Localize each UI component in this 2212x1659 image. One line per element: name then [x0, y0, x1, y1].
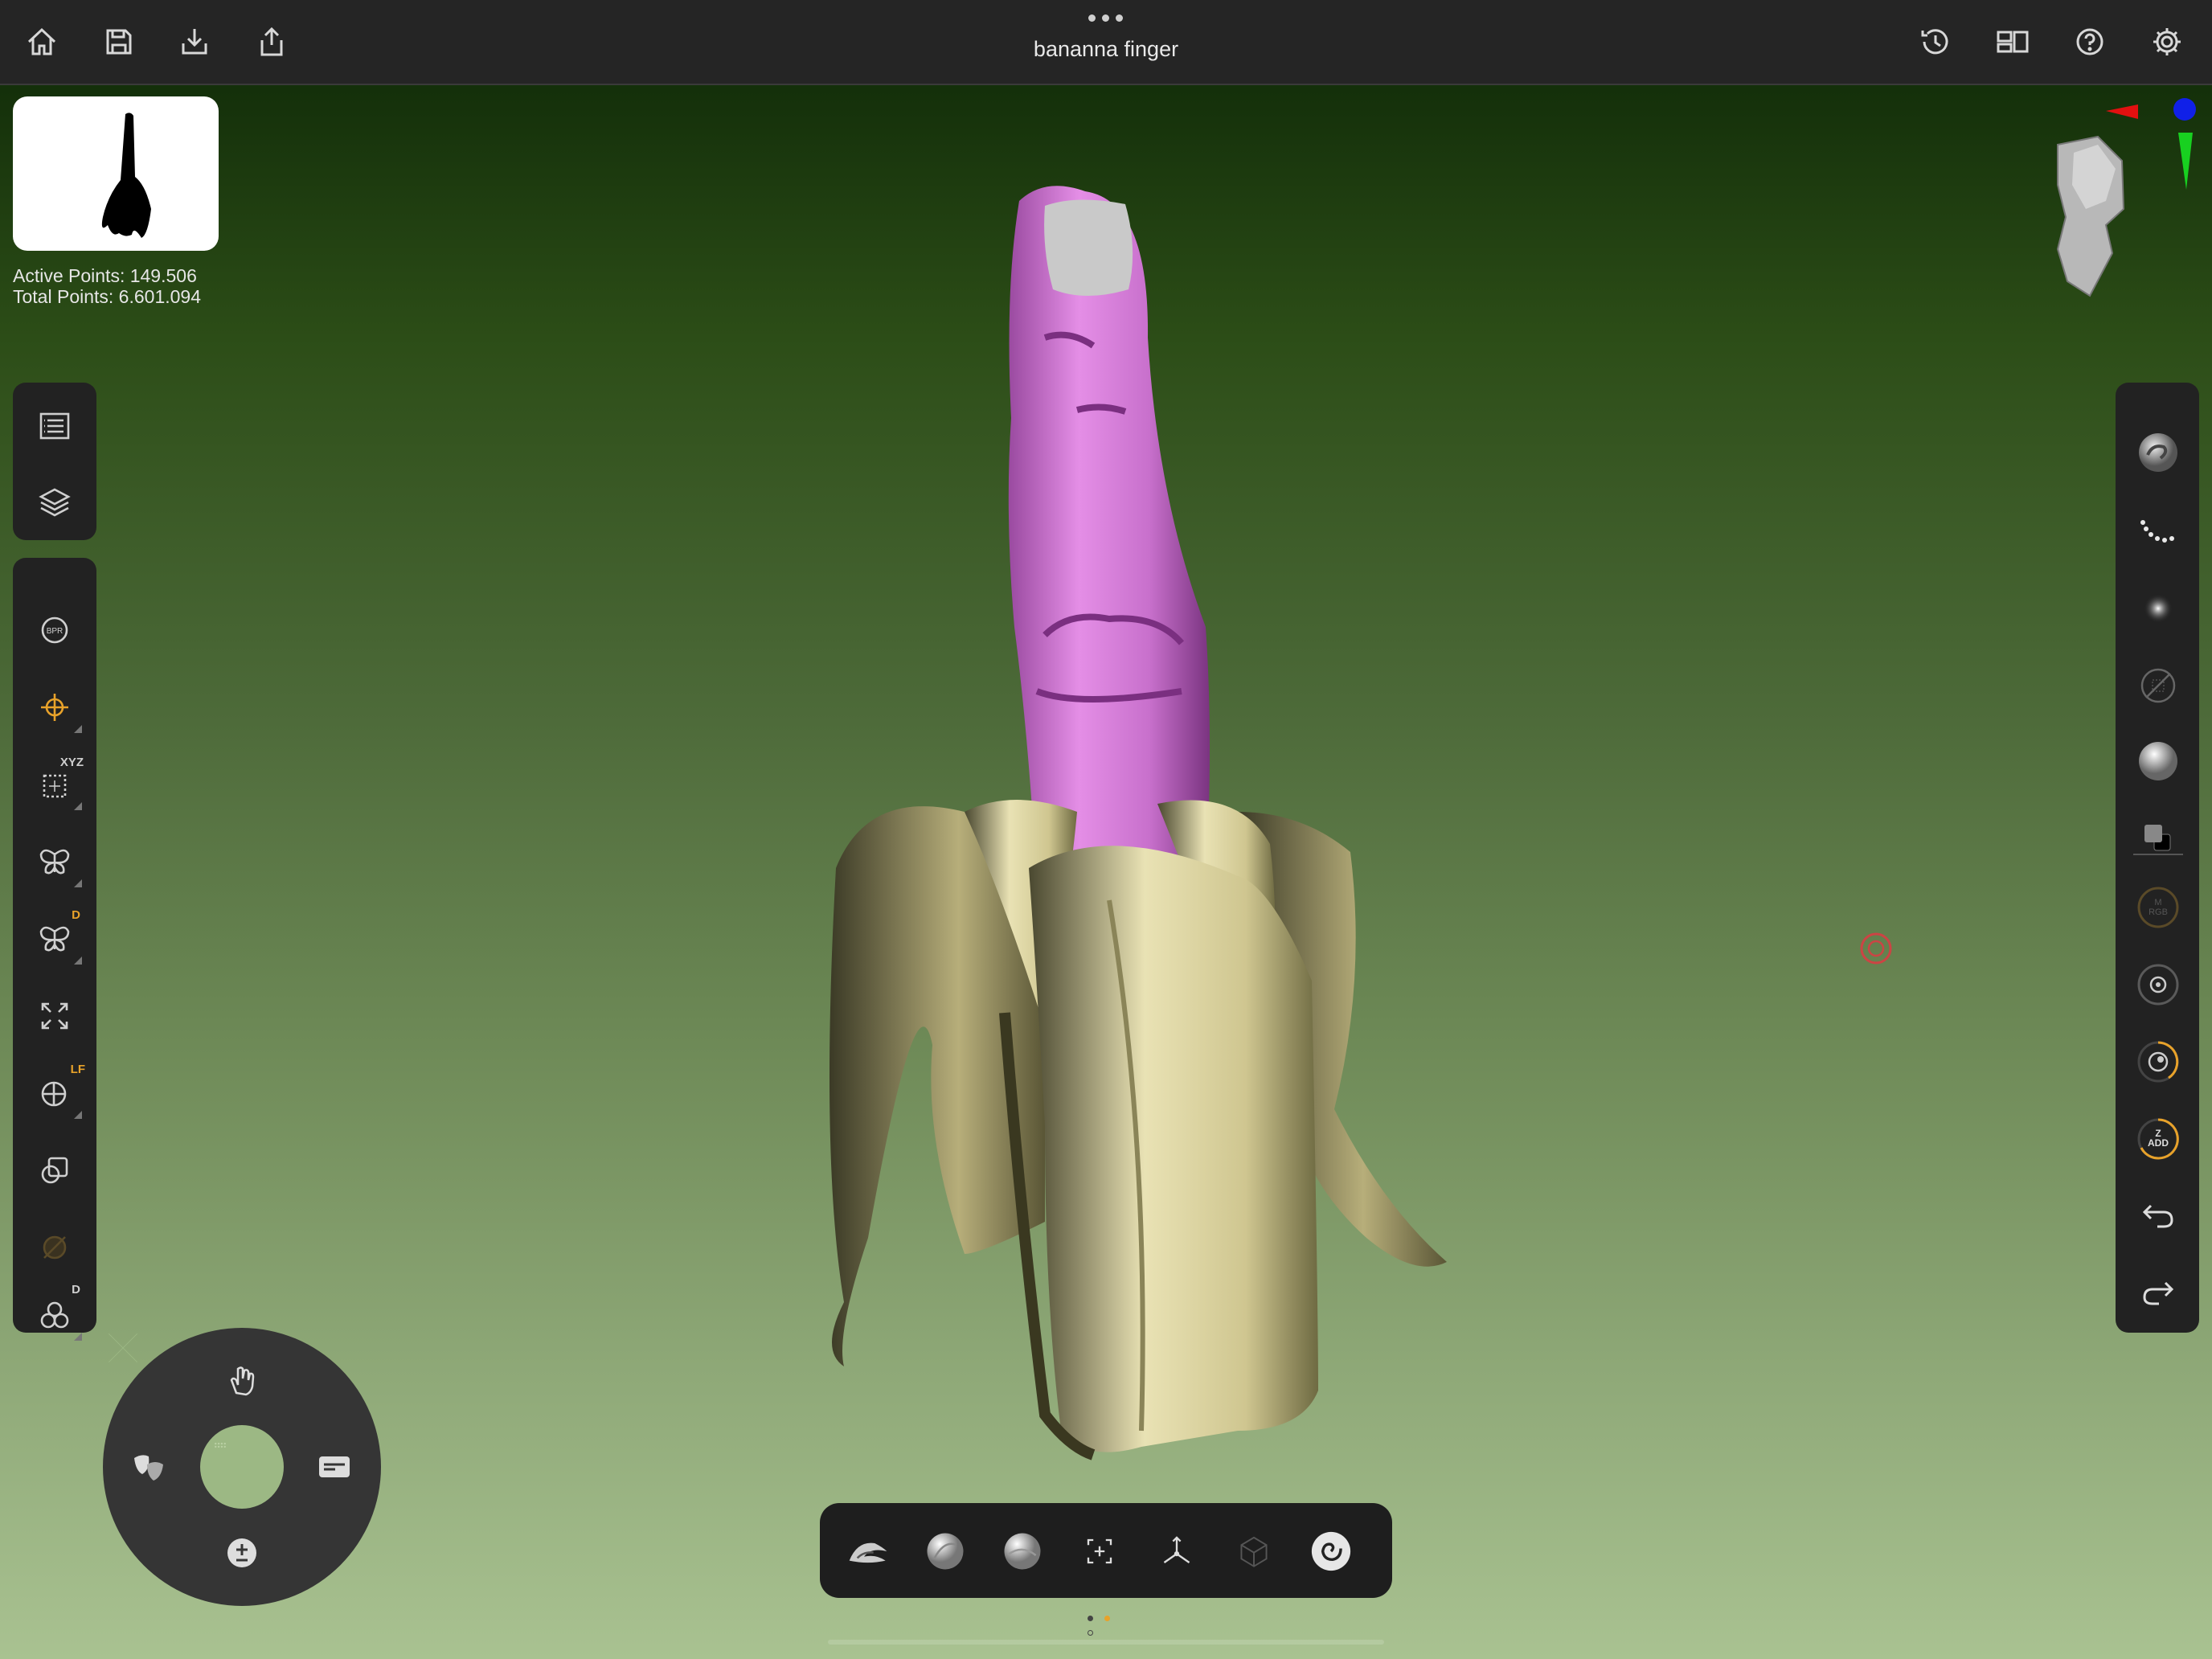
dpad-center[interactable] [200, 1425, 284, 1509]
transparency-icon[interactable] [21, 1214, 88, 1281]
total-points: Total Points: 6.601.094 [13, 286, 201, 307]
help-icon[interactable] [2064, 16, 2116, 68]
gizmo-icon[interactable] [21, 674, 88, 741]
focal-shift[interactable] [2125, 952, 2191, 1018]
clay-brush[interactable] [916, 1522, 974, 1580]
brush-toolbar [820, 1503, 1392, 1598]
top-bar: bananna finger [0, 0, 2212, 85]
import-icon[interactable] [169, 16, 220, 68]
undo-icon[interactable] [2125, 1182, 2191, 1247]
floor-icon[interactable]: LF [21, 1059, 88, 1127]
layers-icon[interactable] [21, 468, 88, 535]
dynamic-label: D [72, 908, 80, 922]
history-icon[interactable] [1910, 16, 1961, 68]
menu-icon[interactable] [21, 392, 88, 460]
viewport-model[interactable] [804, 177, 1463, 1479]
material-icon[interactable] [2125, 728, 2191, 794]
redo-icon[interactable] [2125, 1259, 2191, 1325]
left-panel-top [13, 383, 96, 540]
svg-text:ADD: ADD [2148, 1137, 2169, 1149]
points-info: Active Points: 149.506 Total Points: 6.6… [13, 265, 201, 307]
mirror-icon[interactable] [21, 828, 88, 895]
bpr-icon[interactable]: BPR [21, 596, 88, 664]
home-icon[interactable] [16, 16, 68, 68]
brush-cursor [1860, 932, 1892, 965]
plus-minus-icon[interactable] [210, 1521, 274, 1585]
export-icon[interactable] [246, 16, 297, 68]
layout-icon[interactable] [1987, 16, 2038, 68]
cube-icon[interactable] [1225, 1522, 1283, 1580]
alpha-icon[interactable] [2125, 576, 2191, 641]
svg-text:M: M [2154, 898, 2161, 907]
left-panel-tools: BPR XYZ D LF D [13, 558, 96, 1341]
navigation-dpad[interactable] [103, 1328, 381, 1606]
standard-brush[interactable] [993, 1522, 1051, 1580]
brush-preview[interactable] [2125, 420, 2191, 485]
floor-label: LF [70, 1063, 85, 1076]
masks-icon[interactable] [117, 1435, 182, 1499]
move-axis-icon[interactable] [1148, 1522, 1206, 1580]
draw-size[interactable] [2125, 1029, 2191, 1095]
z-intensity[interactable]: Z ADD [2125, 1106, 2191, 1172]
text-icon[interactable] [302, 1435, 367, 1499]
touch-icon[interactable] [210, 1349, 274, 1413]
document-title: bananna finger [1033, 37, 1179, 61]
frame-icon[interactable] [21, 982, 88, 1050]
texture-off-icon[interactable] [2125, 653, 2191, 719]
save-icon[interactable] [93, 16, 145, 68]
settings-icon[interactable] [2141, 16, 2193, 68]
home-indicator [828, 1640, 1384, 1645]
spiral-brush[interactable] [1302, 1522, 1360, 1580]
right-panel: M RGB Z ADD [2116, 383, 2199, 1333]
stroke-icon[interactable] [2125, 500, 2191, 566]
more-options-icon[interactable] [1085, 11, 1127, 23]
mirror-dynamic-icon[interactable]: D [21, 905, 88, 973]
mask-brush[interactable] [839, 1522, 897, 1580]
svg-text:RGB: RGB [2149, 907, 2168, 917]
divider [2133, 854, 2183, 855]
rgb-toggle[interactable]: M RGB [2125, 875, 2191, 940]
orientation-gizmo[interactable] [2009, 88, 2210, 305]
model-thumbnail[interactable] [13, 96, 219, 251]
dynamic-subdiv-icon[interactable]: D [21, 1281, 88, 1349]
subdiv-label: D [72, 1283, 80, 1296]
svg-text:BPR: BPR [47, 627, 63, 636]
color-swatch[interactable] [2125, 805, 2191, 871]
active-points: Active Points: 149.506 [13, 265, 197, 286]
symmetry-xyz-icon[interactable]: XYZ [21, 751, 88, 818]
xyz-label: XYZ [59, 756, 84, 769]
polyframe-icon[interactable] [21, 1137, 88, 1204]
toolbar-pager[interactable] [1082, 1611, 1130, 1636]
transform-icon[interactable] [1071, 1522, 1129, 1580]
